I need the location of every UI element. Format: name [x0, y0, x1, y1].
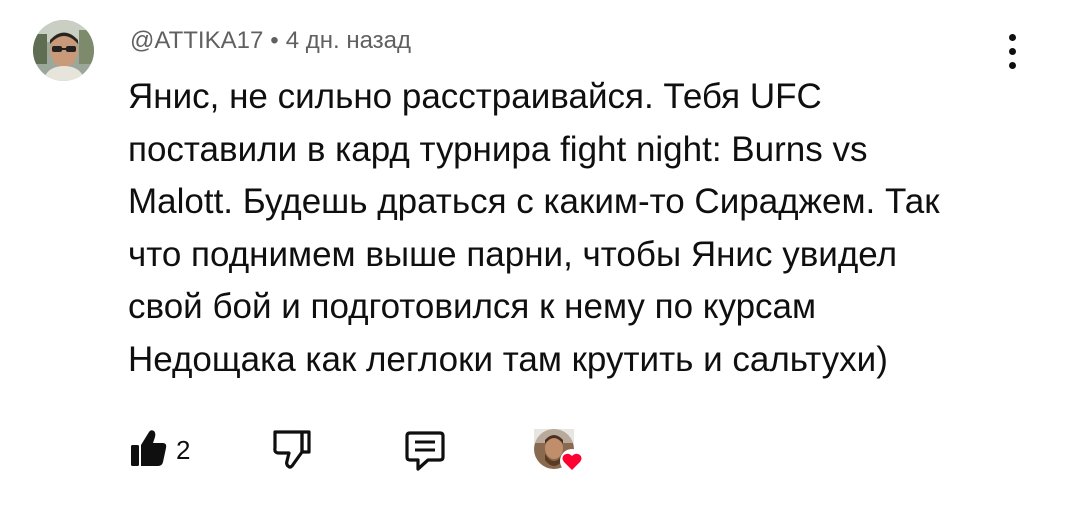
comment-reply-icon [405, 431, 445, 471]
like-count: 2 [176, 435, 191, 465]
more-vertical-icon[interactable] [1003, 34, 1023, 70]
reply-button[interactable] [404, 430, 446, 472]
author-handle[interactable]: @ATTIKA17 [130, 27, 263, 54]
meta-separator: • [270, 27, 279, 54]
creator-heart [533, 428, 585, 474]
thumbs-down-icon [273, 430, 311, 469]
comment-text: Янис, не сильно расстраивайся. Тебя UFC … [128, 77, 940, 379]
comment-meta: @ATTIKA17 • 4 дн. назад [130, 27, 411, 55]
dislike-button[interactable] [272, 428, 312, 470]
author-avatar[interactable] [33, 20, 94, 81]
creator-heart-icon [560, 449, 584, 473]
like-button[interactable] [130, 428, 168, 468]
comment-time[interactable]: 4 дн. назад [286, 27, 411, 54]
thumbs-up-filled-icon [131, 430, 167, 466]
